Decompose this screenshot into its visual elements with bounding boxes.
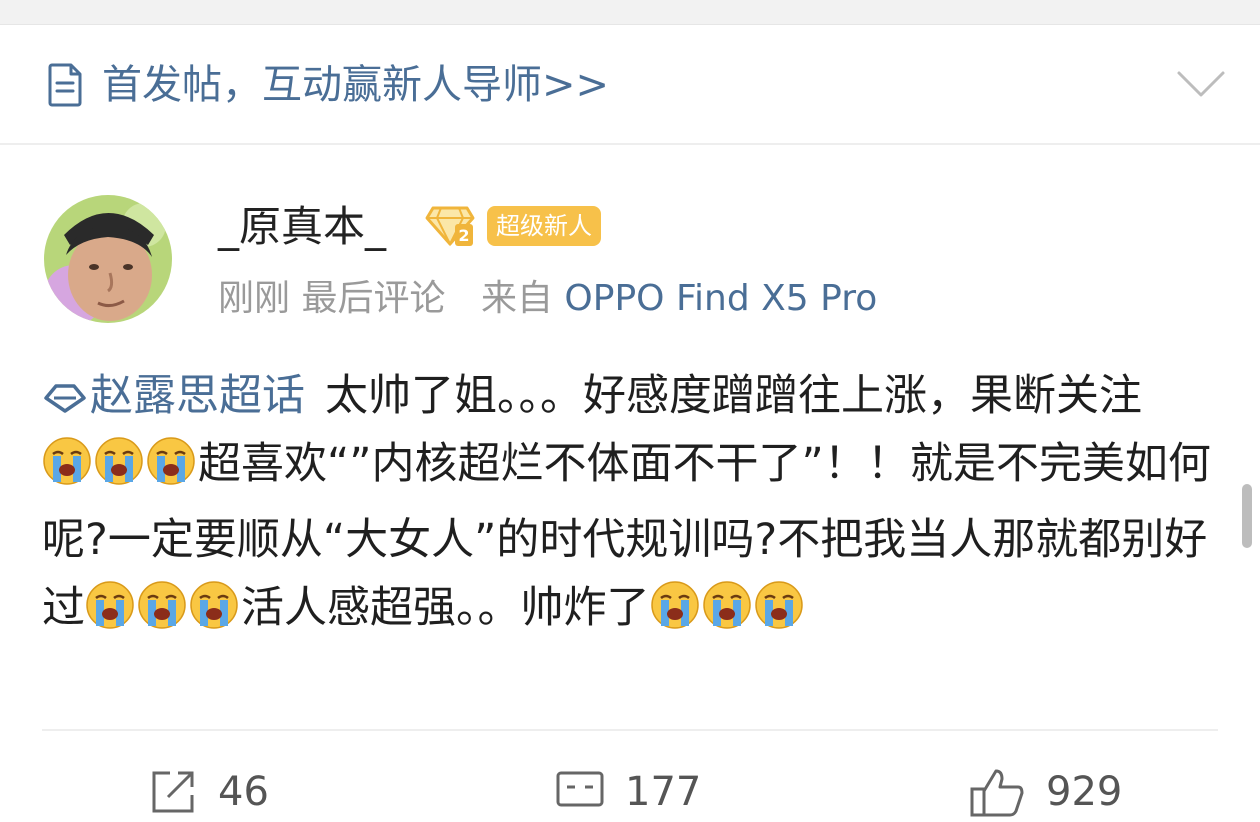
like-count: 929 [1046,769,1123,815]
chevron-down-icon[interactable] [1176,69,1226,99]
post-meta: 刚刚 最后评论 来自 OPPO Find X5 Pro [218,276,877,322]
source-prefix: 来自 [480,278,553,319]
crying-face-icon [190,581,238,629]
like-button[interactable]: 929 [968,762,1122,822]
topic-diamond-icon [44,384,86,413]
content-divider [42,729,1218,731]
comment-count: 177 [625,769,702,815]
comment-icon [556,771,604,807]
thumbs-up-icon [970,769,1024,817]
share-count: 46 [218,769,269,815]
level-badge[interactable]: 超级新人 [487,206,601,246]
last-comment-label: 最后评论 [301,278,446,319]
crying-face-icon [86,581,134,629]
banner-separator [0,143,1260,145]
emoji-group-2 [85,580,241,650]
emoji-group-1 [42,436,198,506]
crying-face-icon [650,581,699,629]
crying-face-icon [95,437,143,485]
top-strip [0,0,1260,24]
post-text-segment-3: 活人感超强。。帅炸了 [241,583,650,633]
post-text-segment-1: 太帅了姐。。。好感度蹭蹭往上涨，果断关注 [325,371,1142,421]
scrollbar[interactable] [1242,484,1252,548]
comment-button[interactable]: 177 [555,762,701,822]
topic-label[interactable]: 赵露思超话 [90,371,305,421]
avatar[interactable] [44,195,172,323]
crying-face-icon [138,581,186,629]
crying-face-icon [147,437,195,485]
share-icon [152,771,194,813]
svg-text:2: 2 [458,226,469,245]
banner-text[interactable]: 首发帖，互动赢新人导师>> [102,61,609,109]
share-button[interactable]: 46 [148,762,269,822]
new-post-banner[interactable]: 首发帖，互动赢新人导师>> [0,25,1260,143]
crying-face-icon [702,581,751,629]
post-content: 赵露思超话 太帅了姐。。。好感度蹭蹭往上涨，果断关注超喜欢“”内核超烂不体面不干了… [42,362,1237,650]
username[interactable]: _原真本_ [218,202,386,252]
document-icon [48,63,82,107]
emoji-group-3 [650,580,806,650]
crying-face-icon [754,581,803,629]
vip-diamond-icon[interactable]: 2 [425,204,475,248]
device-link[interactable]: OPPO Find X5 Pro [564,278,877,319]
crying-face-icon [43,437,91,485]
topic-link[interactable]: 赵露思超话 [42,362,305,430]
post-time: 刚刚 [218,278,291,319]
